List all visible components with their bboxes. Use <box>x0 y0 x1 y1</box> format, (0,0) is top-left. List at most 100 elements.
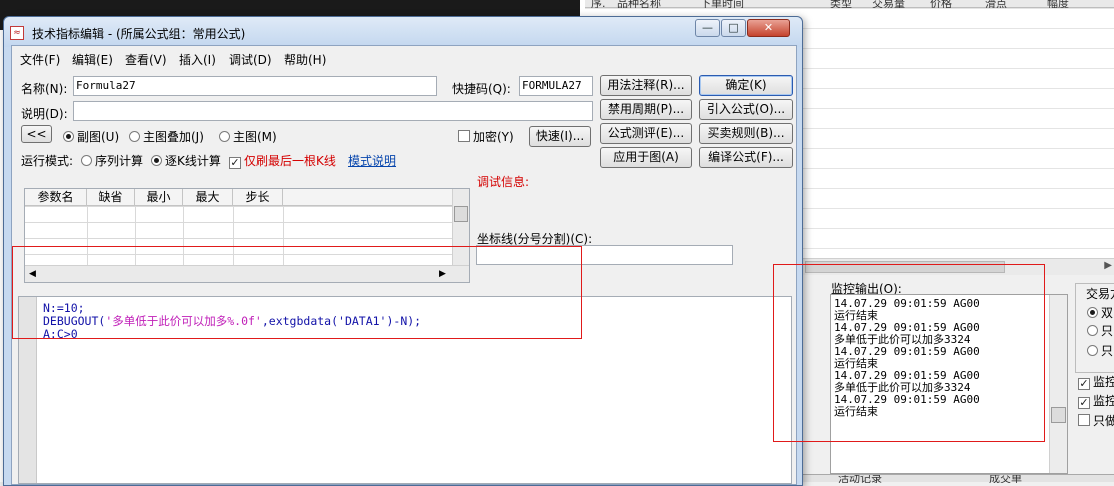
scroll-thumb[interactable] <box>805 261 1005 273</box>
compile-formula-button[interactable]: 编译公式(F)... <box>699 147 793 168</box>
coordinate-lines-field[interactable] <box>476 245 733 265</box>
radio-label: 只 <box>1101 344 1114 358</box>
only-check[interactable]: 只做 <box>1078 412 1114 429</box>
menu-insert[interactable]: 插入(I) <box>179 51 216 68</box>
radio-icon <box>1087 307 1098 318</box>
param-col-name: 参数名 <box>25 189 87 206</box>
code-text: N:=10; <box>43 301 85 315</box>
radio-label: 副图(U) <box>77 130 120 144</box>
param-col-step: 步长 <box>233 189 283 206</box>
monitor-line: 运行结束 <box>834 405 878 418</box>
checkbox-icon <box>458 130 470 142</box>
import-formula-button[interactable]: 引入公式(O)... <box>699 99 793 120</box>
code-text: A:C>0 <box>43 327 78 341</box>
monitor-check-2[interactable]: ✓ 监控 <box>1078 392 1114 409</box>
checkmark-icon: ✓ <box>1078 396 1090 409</box>
check-label: 监控 <box>1093 375 1114 389</box>
code-content: N:=10; DEBUGOUT('多单低于此价可以加多%.0f',extgbda… <box>43 302 421 341</box>
column-divider <box>87 206 88 266</box>
parameter-table[interactable]: 参数名 缺省 最小 最大 步长 ◀ ▶ <box>24 188 470 283</box>
radio-series-calc[interactable]: 序列计算 <box>81 152 143 169</box>
fast-button[interactable]: 快速(I)... <box>529 126 591 147</box>
scroll-right-arrow-icon[interactable]: ▶ <box>439 269 446 279</box>
trade-radio-only-2[interactable]: 只 <box>1087 342 1113 359</box>
radio-label: 双 <box>1101 306 1114 320</box>
trade-rules-button[interactable]: 买卖规则(B)... <box>699 123 793 144</box>
grid-col-header: 滑点 <box>985 0 1007 8</box>
scroll-left-arrow-icon[interactable]: ◀ <box>29 269 36 279</box>
menu-help[interactable]: 帮助(H) <box>284 51 326 68</box>
menu-view[interactable]: 查看(V) <box>125 51 167 68</box>
radio-icon <box>1087 345 1098 356</box>
column-divider <box>183 206 184 266</box>
usage-notes-button[interactable]: 用法注释(R)... <box>600 75 692 96</box>
indicator-editor-window: ≈ 技术指标编辑 - (所属公式组：常用公式) — □ ✕ 文件(F) 编辑(E… <box>3 16 803 486</box>
checkmark-icon: ✓ <box>229 156 241 169</box>
monitor-output-lines: 14.07.29 09:01:59 AG00 运行结束 14.07.29 09:… <box>834 298 1044 418</box>
description-label: 说明(D): <box>21 107 68 121</box>
apply-to-chart-button[interactable]: 应用于图(A) <box>600 147 692 168</box>
formula-test-button[interactable]: 公式测评(E)... <box>600 123 692 144</box>
grid-col-header: 交易量 <box>872 0 905 8</box>
checkmark-icon: ✓ <box>1078 377 1090 390</box>
radio-subchart[interactable]: 副图(U) <box>63 128 119 145</box>
ok-button[interactable]: 确定(K) <box>699 75 793 96</box>
collapse-button[interactable]: << <box>21 125 52 143</box>
code-string: '多单低于此价可以加多%.0f' <box>105 314 262 328</box>
name-field[interactable]: Formula27 <box>73 76 437 96</box>
trade-radio-only-1[interactable]: 只 <box>1087 322 1113 339</box>
check-label: 只做 <box>1093 414 1114 428</box>
column-divider <box>283 206 284 266</box>
close-button[interactable]: ✕ <box>747 19 790 37</box>
monitor-vscroll[interactable] <box>1049 295 1067 473</box>
menu-debug[interactable]: 调试(D) <box>229 51 272 68</box>
mode-help-link[interactable]: 模式说明 <box>348 152 396 169</box>
radio-main-overlay[interactable]: 主图叠加(J) <box>129 128 204 145</box>
param-col-max: 最大 <box>183 189 233 206</box>
check-label: 监控 <box>1093 394 1114 408</box>
grid-col-header: 品种名称 <box>617 0 661 8</box>
minimize-button[interactable]: — <box>695 19 720 37</box>
shortcut-field[interactable]: FORMULA27 <box>519 76 593 96</box>
radio-per-bar-calc[interactable]: 逐K线计算 <box>151 152 221 169</box>
encrypt-checkbox[interactable]: 加密(Y) <box>458 128 514 145</box>
formula-code-editor[interactable]: N:=10; DEBUGOUT('多单低于此价可以加多%.0f',extgbda… <box>18 296 792 484</box>
radio-icon <box>1087 325 1098 336</box>
dialog-client: 文件(F) 编辑(E) 查看(V) 插入(I) 调试(D) 帮助(H) 名称(N… <box>11 45 797 485</box>
app-icon: ≈ <box>10 26 24 40</box>
shortcut-label: 快捷码(Q): <box>452 82 511 96</box>
maximize-button[interactable]: □ <box>721 19 746 37</box>
title-bar[interactable]: ≈ 技术指标编辑 - (所属公式组：常用公式) — □ ✕ <box>4 17 802 47</box>
description-field[interactable] <box>73 101 593 121</box>
bottom-tab-strip: 活动记录 成交单 <box>802 474 1114 483</box>
column-divider <box>233 206 234 266</box>
scroll-thumb[interactable] <box>454 206 468 222</box>
code-text: DEBUGOUT( <box>43 314 106 328</box>
param-col-min: 最小 <box>135 189 183 206</box>
radio-icon <box>219 131 230 142</box>
radio-label: 只 <box>1101 324 1114 338</box>
radio-label: 逐K线计算 <box>165 154 221 168</box>
trade-direction-label: 交易方 <box>1085 285 1114 302</box>
code-text: ,extgbdata('DATA1')-N); <box>261 314 422 328</box>
menu-edit[interactable]: 编辑(E) <box>72 51 113 68</box>
last-bar-checkbox[interactable]: ✓ 仅刷最后一根K线 <box>229 152 336 169</box>
radio-icon <box>81 155 92 166</box>
radio-icon <box>63 131 74 142</box>
code-line-3: A:C>0 <box>43 328 421 341</box>
scroll-thumb[interactable] <box>1051 407 1066 423</box>
window-title: 技术指标编辑 - (所属公式组：常用公式) <box>32 27 246 41</box>
parameter-hscroll[interactable]: ◀ ▶ <box>25 265 469 282</box>
radio-label: 序列计算 <box>95 154 144 168</box>
radio-main-chart[interactable]: 主图(M) <box>219 128 277 145</box>
disable-period-button[interactable]: 禁用周期(P)... <box>600 99 692 120</box>
monitor-output-box[interactable]: 14.07.29 09:01:59 AG00 运行结束 14.07.29 09:… <box>830 294 1068 474</box>
param-col-default: 缺省 <box>87 189 135 206</box>
scroll-right-arrow-icon[interactable]: ▶ <box>1104 260 1112 271</box>
grid-col-header: 序. <box>591 0 606 8</box>
monitor-check-1[interactable]: ✓ 监控 <box>1078 373 1114 390</box>
name-label: 名称(N): <box>21 82 68 96</box>
trade-radio-both[interactable]: 双 <box>1087 304 1113 321</box>
parameter-vscroll[interactable] <box>452 189 469 267</box>
menu-file[interactable]: 文件(F) <box>20 51 60 68</box>
